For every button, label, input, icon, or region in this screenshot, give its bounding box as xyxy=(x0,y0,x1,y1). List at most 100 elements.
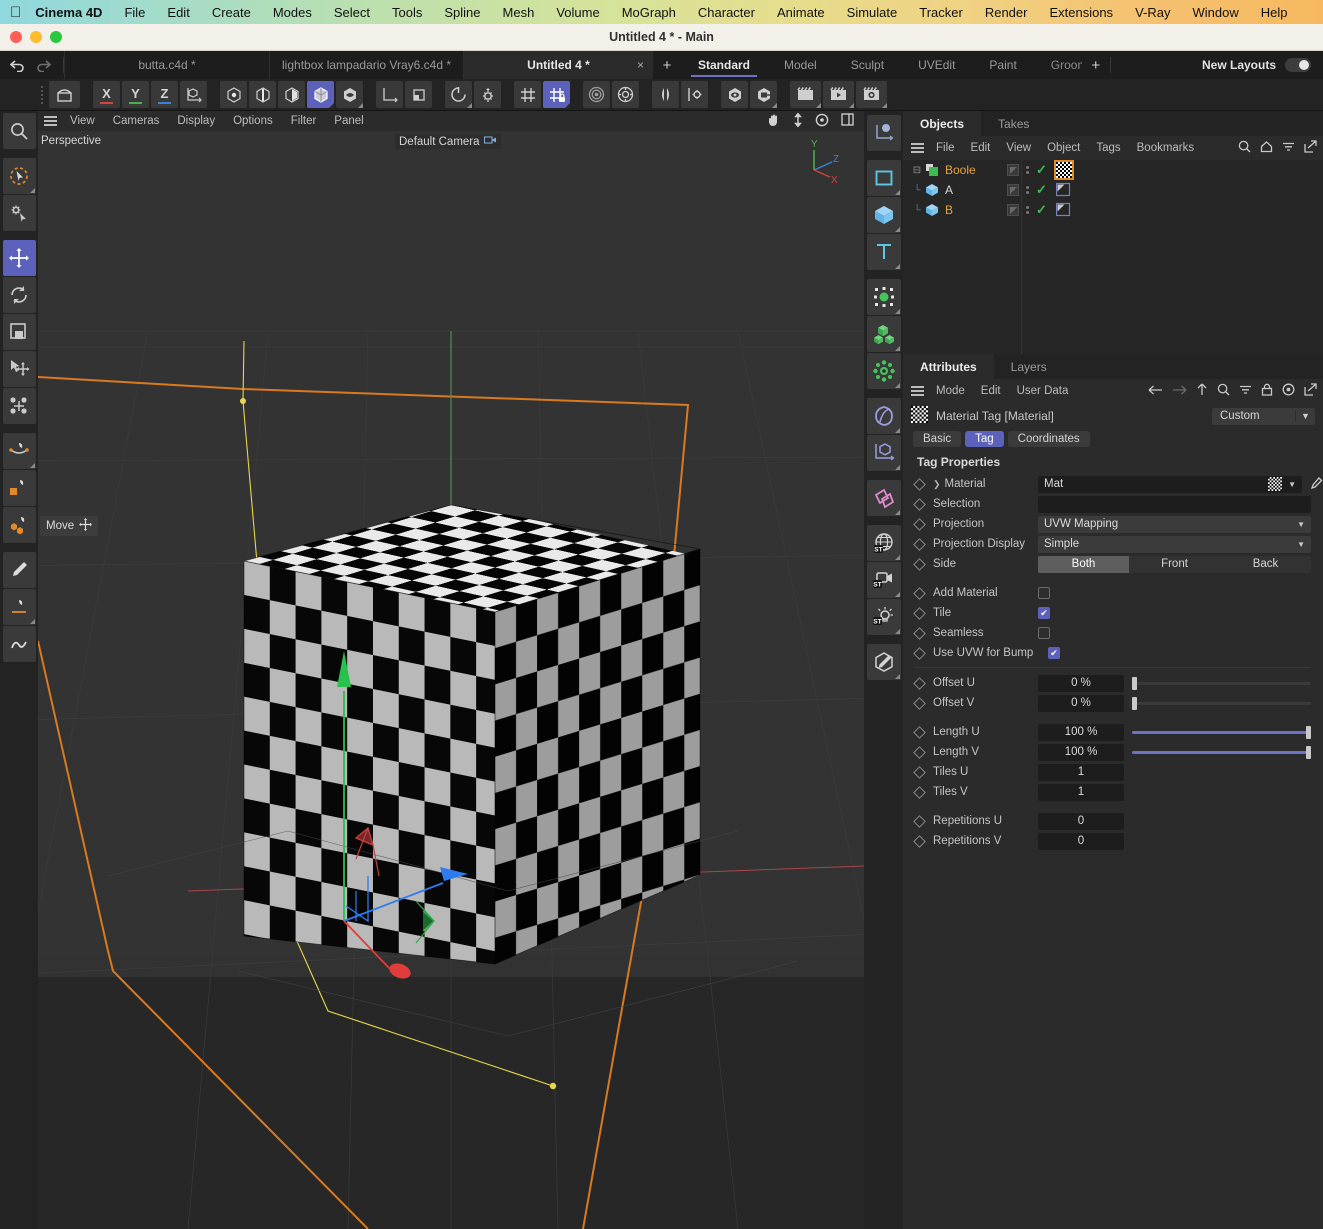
menu-item-window[interactable]: Window xyxy=(1181,5,1249,20)
object-name-b[interactable]: B xyxy=(945,203,1007,217)
menu-item-character[interactable]: Character xyxy=(687,5,766,20)
animate-keyframe-icon[interactable] xyxy=(913,726,926,739)
object-name-a[interactable]: A xyxy=(945,183,1007,197)
om-menu-bookmarks[interactable]: Bookmarks xyxy=(1129,142,1203,154)
layout-tab-uvedit[interactable]: UVEdit xyxy=(901,51,972,79)
viewport-3d[interactable]: Perspective Default Camera Y Z X Move xyxy=(38,131,864,1229)
move-tool-icon[interactable] xyxy=(3,240,36,276)
animate-keyframe-icon[interactable] xyxy=(913,677,926,690)
document-tab-lightbox[interactable]: lightbox lampadario Vray6.c4d * xyxy=(269,51,463,79)
expander-icon[interactable]: ⊟ xyxy=(909,165,925,176)
visibility-icon[interactable] xyxy=(721,81,748,108)
undo-view-icon[interactable] xyxy=(445,81,472,108)
magnet-tool-icon[interactable] xyxy=(3,388,36,424)
axis-z-lock[interactable]: Z xyxy=(151,81,178,108)
visibility-dots[interactable] xyxy=(1026,166,1029,174)
texture-axis-icon[interactable] xyxy=(405,81,432,108)
enabled-check-icon[interactable]: ✓ xyxy=(1036,162,1047,178)
redo-icon[interactable] xyxy=(35,59,51,72)
back-arrow-icon[interactable] xyxy=(1148,384,1163,399)
rotate-tool-icon[interactable] xyxy=(3,277,36,313)
pan-icon[interactable] xyxy=(767,113,781,130)
phong-tag[interactable] xyxy=(1056,182,1072,198)
animate-keyframe-icon[interactable] xyxy=(913,607,926,620)
enable-axis-icon[interactable] xyxy=(750,81,777,108)
box-open-icon[interactable] xyxy=(49,81,80,108)
null-object-icon[interactable] xyxy=(867,115,901,151)
menu-item-mesh[interactable]: Mesh xyxy=(492,5,546,20)
dolly-icon[interactable] xyxy=(793,113,803,130)
workplane-lock-icon[interactable] xyxy=(612,81,639,108)
table-row[interactable]: └ A ✓ xyxy=(903,180,1323,200)
table-row[interactable]: └ B ✓ xyxy=(903,200,1323,220)
length-u-slider[interactable] xyxy=(1132,724,1311,741)
search-icon[interactable] xyxy=(1217,383,1230,399)
subtab-coordinates[interactable]: Coordinates xyxy=(1008,431,1090,447)
side-option-front[interactable]: Front xyxy=(1129,556,1220,573)
polygon-mode-icon[interactable] xyxy=(278,81,305,108)
visibility-dots[interactable] xyxy=(1026,206,1029,214)
search-icon[interactable] xyxy=(1238,140,1251,156)
material-edit-icon[interactable] xyxy=(867,644,901,680)
search-icon[interactable] xyxy=(3,113,36,149)
phong-tag[interactable] xyxy=(1056,202,1072,218)
edit-mode-box[interactable] xyxy=(1007,204,1019,216)
camera-icon[interactable]: ST xyxy=(867,562,901,598)
selection-settings-icon[interactable] xyxy=(3,195,36,231)
render-view-icon[interactable] xyxy=(790,81,821,108)
layout-tab-standard[interactable]: Standard xyxy=(681,51,767,79)
viewport-menu-cameras[interactable]: Cameras xyxy=(104,115,169,127)
animate-keyframe-icon[interactable] xyxy=(913,815,926,828)
chevron-right-icon[interactable]: ❯ xyxy=(933,479,941,490)
use-uvw-bump-checkbox[interactable]: ✔ xyxy=(1048,647,1060,659)
simulation-icon[interactable] xyxy=(867,353,901,389)
apple-icon[interactable]:  xyxy=(10,5,21,20)
mograph-icon[interactable] xyxy=(867,316,901,352)
cube-primitive-icon[interactable] xyxy=(867,197,901,233)
scene-object-icon[interactable] xyxy=(867,480,901,516)
enabled-check-icon[interactable]: ✓ xyxy=(1036,182,1047,198)
offset-u-slider[interactable] xyxy=(1132,675,1311,692)
brush-icon[interactable] xyxy=(3,552,36,588)
cube-object-icon[interactable] xyxy=(925,183,939,197)
object-name-boole[interactable]: Boole xyxy=(945,163,1007,177)
menu-item-tracker[interactable]: Tracker xyxy=(908,5,974,20)
om-menu-view[interactable]: View xyxy=(998,142,1039,154)
repetitions-v-input[interactable]: 0 xyxy=(1038,833,1124,850)
world-object-axis-icon[interactable] xyxy=(180,81,207,108)
side-option-both[interactable]: Both xyxy=(1038,556,1129,573)
offset-v-slider[interactable] xyxy=(1132,695,1311,712)
object-mode-icon[interactable] xyxy=(336,81,363,108)
axis-modify-icon[interactable] xyxy=(376,81,403,108)
viewport-menu-icon[interactable] xyxy=(44,116,57,126)
camera-icon[interactable] xyxy=(484,135,497,148)
animate-keyframe-icon[interactable] xyxy=(913,558,926,571)
cube-object-icon[interactable] xyxy=(925,203,939,217)
animate-keyframe-icon[interactable] xyxy=(913,835,926,848)
snap-settings-icon[interactable] xyxy=(474,81,501,108)
attr-menu-edit[interactable]: Edit xyxy=(973,385,1009,397)
menu-item-volume[interactable]: Volume xyxy=(545,5,610,20)
eyedropper-icon[interactable] xyxy=(1309,476,1323,493)
mirror-icon[interactable] xyxy=(652,81,679,108)
spline-object-icon[interactable] xyxy=(867,160,901,196)
viewport-menu-view[interactable]: View xyxy=(61,115,104,127)
tab-layers[interactable]: Layers xyxy=(994,354,1064,379)
layout-tab-paint[interactable]: Paint xyxy=(972,51,1033,79)
live-selection-icon[interactable] xyxy=(3,158,36,194)
tab-attributes[interactable]: Attributes xyxy=(903,354,994,379)
menu-item-tools[interactable]: Tools xyxy=(381,5,433,20)
om-menu-edit[interactable]: Edit xyxy=(963,142,999,154)
point-mode-icon[interactable] xyxy=(220,81,247,108)
array-icon[interactable] xyxy=(867,435,901,471)
om-menu-file[interactable]: File xyxy=(928,142,963,154)
animate-keyframe-icon[interactable] xyxy=(913,478,926,491)
spline-draw-icon[interactable] xyxy=(3,470,36,506)
visibility-dots[interactable] xyxy=(1026,186,1029,194)
animate-keyframe-icon[interactable] xyxy=(913,538,926,551)
edit-mode-box[interactable] xyxy=(1007,164,1019,176)
light-icon[interactable]: ST xyxy=(867,599,901,635)
chevron-down-icon[interactable]: ▼ xyxy=(1297,540,1305,549)
animate-keyframe-icon[interactable] xyxy=(913,766,926,779)
selection-input[interactable] xyxy=(1038,496,1311,513)
